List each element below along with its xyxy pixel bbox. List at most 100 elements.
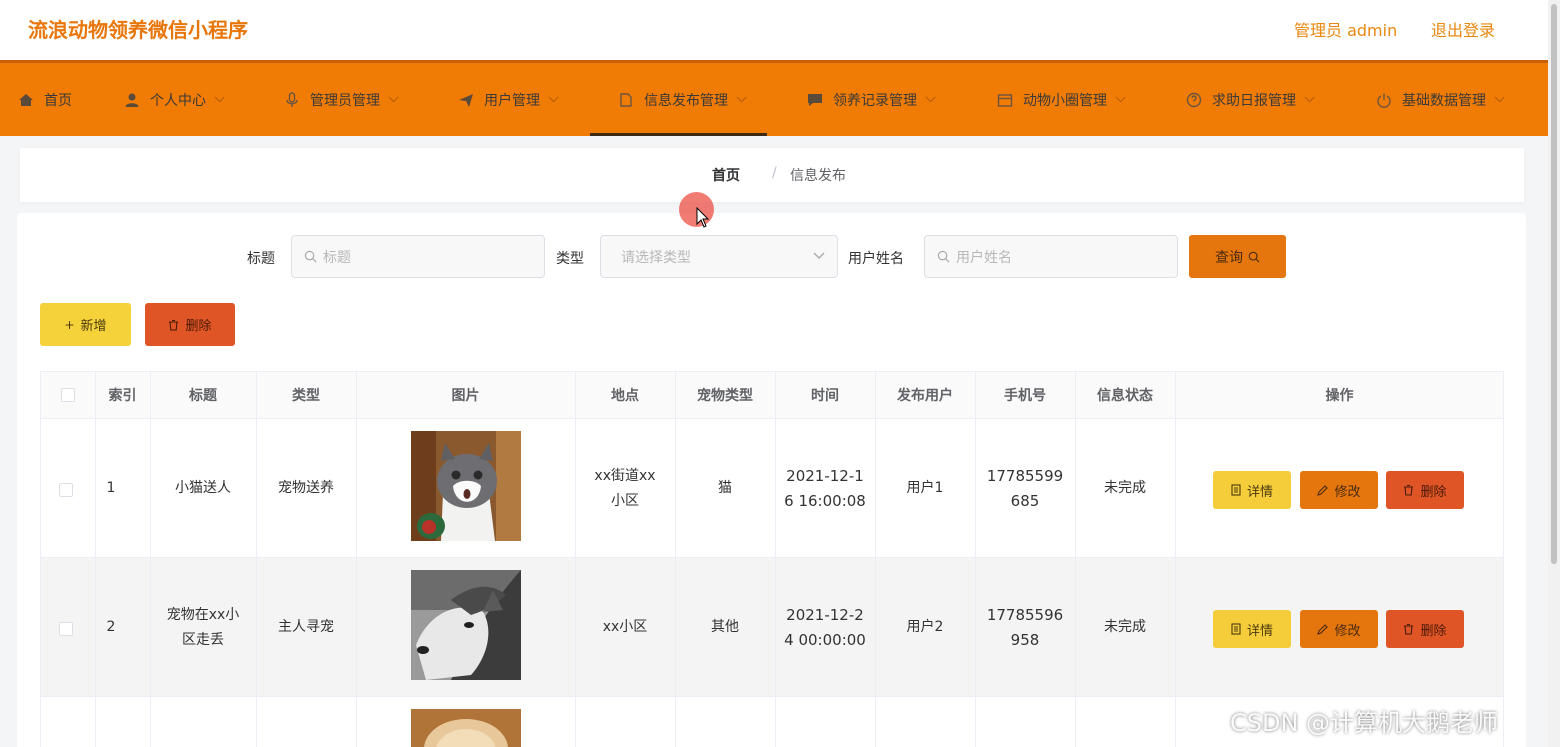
trash-icon: [1404, 623, 1414, 635]
column-header-index: 索引: [108, 388, 137, 404]
chevron-down-icon: [1304, 92, 1315, 103]
chevron-down-icon: [736, 92, 747, 103]
query-button[interactable]: 查询: [1189, 235, 1286, 278]
nav-item-users[interactable]: 用户管理: [458, 63, 559, 136]
nav-label: 领养记录管理: [833, 92, 917, 109]
bulk-delete-button[interactable]: 删除: [145, 303, 235, 346]
title-search-input[interactable]: 标题: [291, 235, 545, 278]
puppy-photo[interactable]: [411, 709, 521, 747]
cell-title: 宠物在xx小 区走丢: [166, 606, 240, 648]
page-scrollbar[interactable]: [1548, 0, 1560, 747]
plus-icon: +: [64, 317, 75, 332]
chevron-down-icon: [813, 252, 825, 259]
column-header-user: 发布用户: [897, 388, 953, 404]
delete-button[interactable]: 删除: [1386, 610, 1464, 648]
user-icon: [124, 92, 140, 108]
username-placeholder: 用户姓名: [956, 249, 1012, 266]
app-title: 流浪动物领养微信小程序: [28, 18, 248, 42]
type-select[interactable]: 请选择类型: [600, 235, 838, 278]
document-icon: [618, 92, 634, 108]
admin-label: 管理员 admin: [1294, 21, 1398, 40]
nav-item-home[interactable]: 首页: [18, 63, 72, 136]
help-icon: [1186, 92, 1202, 108]
trash-icon: [169, 319, 179, 331]
detail-label: 详情: [1246, 623, 1273, 639]
nav-item-base-data[interactable]: 基础数据管理: [1376, 63, 1505, 136]
nav-label: 用户管理: [484, 92, 540, 109]
scrollbar-thumb[interactable]: [1551, 4, 1557, 564]
cell-location: xx小区: [602, 619, 648, 635]
breadcrumb-current: 信息发布: [790, 168, 846, 184]
cell-index: 2: [106, 619, 116, 635]
row-checkbox[interactable]: [59, 622, 73, 636]
edit-icon: [1317, 623, 1329, 635]
detail-button[interactable]: 详情: [1213, 471, 1291, 509]
detail-label: 详情: [1246, 484, 1273, 500]
nav-item-help-report[interactable]: 求助日报管理: [1186, 63, 1315, 136]
document-icon: [1231, 623, 1241, 635]
table-border: [1175, 371, 1176, 747]
type-filter-label: 类型: [556, 251, 584, 267]
breadcrumb-separator: /: [772, 165, 777, 181]
chevron-down-icon: [1494, 92, 1505, 103]
username-filter-label: 用户姓名: [848, 251, 904, 267]
cell-time: 2021-12-1 6 16:00:08: [784, 466, 866, 510]
query-label: 查询: [1215, 249, 1243, 266]
table-border: [356, 371, 357, 747]
nav-label: 求助日报管理: [1212, 92, 1296, 109]
husky-photo[interactable]: [411, 570, 521, 680]
cell-status: 未完成: [1104, 619, 1146, 635]
nav-item-profile[interactable]: 个人中心: [124, 63, 225, 136]
column-header-location: 地点: [611, 388, 639, 404]
title-filter-label: 标题: [247, 251, 275, 267]
nav-label: 基础数据管理: [1402, 92, 1486, 109]
add-label: 新增: [80, 319, 107, 334]
edit-icon: [1317, 484, 1329, 496]
main-nav: 首页 个人中心 管理员管理 用户管理 信息发布管理 领养记录管理 动物小圈管理 …: [0, 60, 1548, 136]
chevron-down-icon: [214, 92, 225, 103]
breadcrumb: 首页 / 信息发布: [20, 148, 1524, 202]
username-search-input[interactable]: 用户姓名: [924, 235, 1178, 278]
edit-button[interactable]: 修改: [1300, 471, 1378, 509]
column-header-title: 标题: [189, 388, 217, 404]
column-header-image: 图片: [451, 388, 480, 404]
nav-item-admin[interactable]: 管理员管理: [284, 63, 399, 136]
select-all-checkbox[interactable]: [61, 388, 75, 402]
delete-label: 删除: [1420, 623, 1447, 639]
table-border: [40, 371, 41, 747]
cell-type: 宠物送养: [278, 480, 334, 496]
nav-item-animal-circle[interactable]: 动物小圈管理: [997, 63, 1126, 136]
search-icon: [937, 250, 950, 263]
column-header-phone: 手机号: [1004, 388, 1046, 404]
add-button[interactable]: + 新增: [40, 303, 131, 346]
trash-icon: [1404, 484, 1414, 496]
home-icon: [18, 92, 34, 108]
logout-link[interactable]: 退出登录: [1431, 17, 1495, 41]
chevron-down-icon: [548, 92, 559, 103]
cell-user: 用户1: [906, 480, 944, 496]
row-checkbox[interactable]: [59, 483, 73, 497]
chevron-down-icon: [1115, 92, 1126, 103]
power-icon: [1376, 92, 1392, 108]
detail-button[interactable]: 详情: [1213, 610, 1291, 648]
chat-icon: [807, 92, 823, 108]
chevron-down-icon: [925, 92, 936, 103]
cell-title: 小猫送人: [175, 480, 231, 496]
edit-label: 修改: [1334, 623, 1361, 639]
column-header-pet-type: 宠物类型: [697, 388, 753, 404]
cat-photo[interactable]: [411, 431, 521, 541]
breadcrumb-home[interactable]: 首页: [712, 165, 740, 185]
column-header-type: 类型: [292, 388, 320, 404]
nav-label: 动物小圈管理: [1023, 92, 1107, 109]
nav-item-info-publish[interactable]: 信息发布管理: [590, 63, 767, 136]
nav-item-adoption[interactable]: 领养记录管理: [807, 63, 936, 136]
edit-label: 修改: [1334, 484, 1361, 500]
chevron-down-icon: [388, 92, 399, 103]
cell-phone: 17785599 685: [986, 466, 1064, 510]
delete-button[interactable]: 删除: [1386, 471, 1464, 509]
nav-label: 信息发布管理: [644, 92, 728, 109]
edit-button[interactable]: 修改: [1300, 610, 1378, 648]
watermark: CSDN @计算机大鹅老师: [1230, 709, 1499, 737]
cell-user: 用户2: [906, 619, 944, 635]
cell-index: 1: [106, 480, 116, 496]
